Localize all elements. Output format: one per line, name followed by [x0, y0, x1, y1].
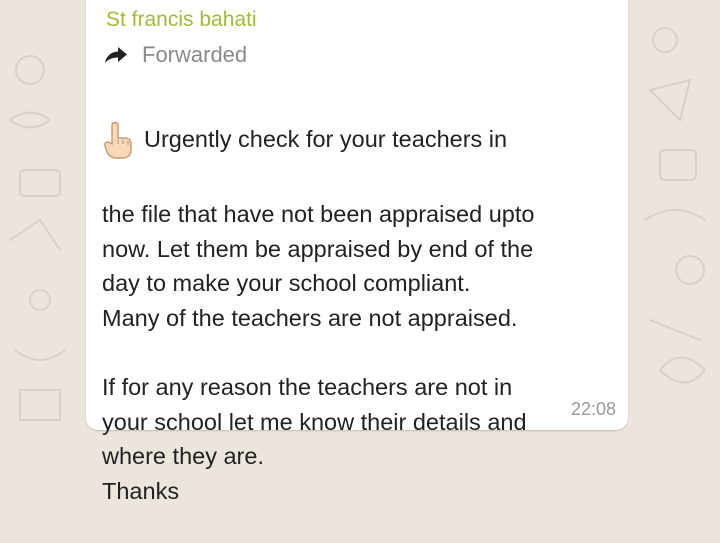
- pointing-up-hand-icon: [104, 121, 132, 159]
- message-body: the file that have not been appraised up…: [102, 201, 535, 504]
- sender-name[interactable]: St francis bahati: [106, 8, 257, 32]
- message-bubble[interactable]: St francis bahati Forwarded Urgently che…: [86, 0, 628, 504]
- message-timestamp: 22:08: [570, 399, 616, 419]
- forward-arrow-icon: [105, 47, 127, 63]
- forwarded-indicator: Forwarded: [104, 40, 247, 70]
- forwarded-label: Forwarded: [142, 42, 248, 67]
- message-first-line: Urgently check for your teachers in: [144, 126, 508, 153]
- message-text: Urgently check for your teachers in the …: [102, 82, 618, 543]
